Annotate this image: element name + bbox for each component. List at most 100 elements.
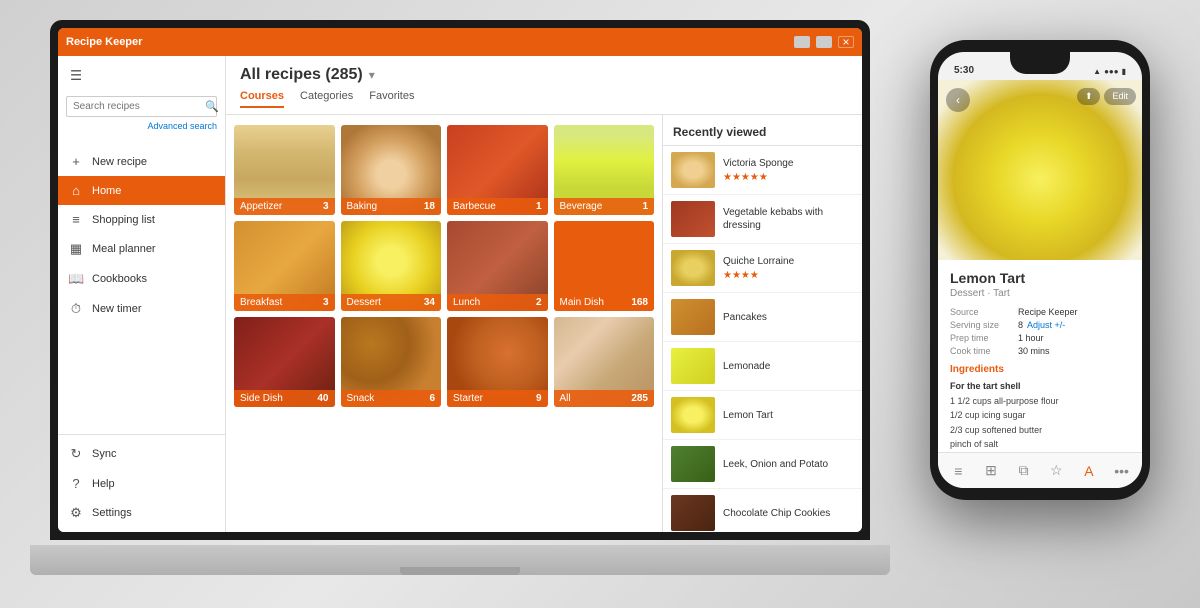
settings-icon: ⚙ (68, 505, 84, 521)
phone-cook-label: Cook time (950, 346, 1018, 356)
sidebar-item-shopping-list[interactable]: ≡ Shopping list (58, 205, 225, 234)
sidebar-item-sync[interactable]: ↻ Sync (58, 439, 225, 469)
page-title: All recipes (285) (240, 66, 363, 84)
rv-item-vegetable-kebabs[interactable]: Vegetable kebabs with dressing (663, 195, 862, 244)
sidebar-item-meal-planner[interactable]: ▦ Meal planner (58, 234, 225, 264)
phone-recipe-title: Lemon Tart (950, 270, 1130, 286)
scene: Recipe Keeper ☰ (0, 0, 1200, 608)
rv-thumb-lemonade (671, 348, 715, 384)
rv-item-lemonade[interactable]: Lemonade (663, 342, 862, 391)
tab-categories[interactable]: Categories (300, 90, 353, 108)
recently-viewed-panel: Recently viewed Victoria Sponge ★★★★★ (662, 115, 862, 532)
phone-screen: 5:30 ▲ ●●● ▮ ‹ ⬆ Edit Lemon Tart Dessert… (938, 52, 1142, 488)
phone-source-value: Recipe Keeper (1018, 307, 1078, 317)
tile-label-barbecue: Barbecue 1 (447, 198, 548, 215)
tile-dessert[interactable]: Dessert 34 (341, 221, 442, 311)
sidebar-item-help[interactable]: ? Help (58, 469, 225, 498)
tile-appetizer[interactable]: Appetizer 3 (234, 125, 335, 215)
rv-info-quiche-lorraine: Quiche Lorraine ★★★★ (723, 255, 854, 281)
tile-maindish[interactable]: Main Dish 168 (554, 221, 655, 311)
sidebar-item-cookbooks[interactable]: 📖 Cookbooks (58, 264, 225, 294)
rv-item-lemon-tart[interactable]: Lemon Tart (663, 391, 862, 440)
laptop-base (30, 545, 890, 575)
tile-label-dessert: Dessert 34 (341, 294, 442, 311)
phone-recipe-body: Lemon Tart Dessert · Tart Source Recipe … (938, 260, 1142, 452)
rv-name-victoria-sponge: Victoria Sponge (723, 157, 854, 170)
tile-baking[interactable]: Baking 18 (341, 125, 442, 215)
sidebar-item-home[interactable]: ⌂ Home (58, 176, 225, 205)
rv-name-quiche-lorraine: Quiche Lorraine (723, 255, 854, 268)
phone-serving-label: Serving size (950, 320, 1018, 330)
rv-item-victoria-sponge[interactable]: Victoria Sponge ★★★★★ (663, 146, 862, 195)
phone-meta-cook: Cook time 30 mins (950, 346, 1130, 356)
tile-snack[interactable]: Snack 6 (341, 317, 442, 407)
tile-sidedish[interactable]: Side Dish 40 (234, 317, 335, 407)
rv-item-pancakes[interactable]: Pancakes (663, 293, 862, 342)
recently-viewed-list: Victoria Sponge ★★★★★ Vegetable kebabs w… (663, 146, 862, 532)
rv-item-choc-chip-cookies[interactable]: Chocolate Chip Cookies (663, 489, 862, 532)
rv-name-vegetable-kebabs: Vegetable kebabs with dressing (723, 206, 854, 232)
search-box: 🔍 (66, 96, 217, 117)
recipe-grid: Appetizer 3 Baking 18 (234, 125, 654, 407)
rv-info-victoria-sponge: Victoria Sponge ★★★★★ (723, 157, 854, 183)
signal-icon: ●●● (1104, 67, 1119, 76)
nav-label-settings: Settings (92, 507, 132, 519)
laptop-screen: Recipe Keeper ☰ (58, 28, 862, 532)
phone-icon-star[interactable]: ☆ (1044, 459, 1068, 483)
search-icon[interactable]: 🔍 (205, 100, 219, 113)
nav-label-cookbooks: Cookbooks (92, 273, 147, 285)
tab-courses[interactable]: Courses (240, 90, 284, 108)
sidebar-item-new-recipe[interactable]: + New recipe (58, 147, 225, 176)
phone-back-button[interactable]: ‹ (946, 88, 970, 112)
hamburger-button[interactable]: ☰ (66, 64, 86, 88)
tile-label-beverage: Beverage 1 (554, 198, 655, 215)
search-input[interactable] (73, 101, 205, 112)
phone-icon-more[interactable]: ••• (1110, 459, 1134, 483)
maximize-button[interactable] (816, 36, 832, 48)
phone-action-buttons: ⬆ Edit (1077, 88, 1136, 105)
rv-stars-victoria-sponge: ★★★★★ (723, 172, 854, 183)
home-icon: ⌂ (68, 183, 84, 198)
tile-barbecue[interactable]: Barbecue 1 (447, 125, 548, 215)
sidebar-item-settings[interactable]: ⚙ Settings (58, 498, 225, 528)
tab-favorites[interactable]: Favorites (369, 90, 414, 108)
tile-label-starter: Starter 9 (447, 390, 548, 407)
app-title: Recipe Keeper (66, 36, 142, 48)
tile-beverage[interactable]: Beverage 1 (554, 125, 655, 215)
tile-label-appetizer: Appetizer 3 (234, 198, 335, 215)
app-body: ☰ 🔍 Advanced search + New recipe (58, 56, 862, 532)
laptop-screen-border: Recipe Keeper ☰ (50, 20, 870, 540)
phone-icon-copy[interactable]: ⧉ (1012, 459, 1036, 483)
main-content: All recipes (285) ▾ Courses Categories F… (226, 56, 862, 532)
rv-item-quiche-lorraine[interactable]: Quiche Lorraine ★★★★ (663, 244, 862, 293)
tile-breakfast[interactable]: Breakfast 3 (234, 221, 335, 311)
minimize-button[interactable] (794, 36, 810, 48)
phone-adjust-link[interactable]: Adjust +/- (1027, 320, 1065, 330)
nav-label-meal: Meal planner (92, 243, 156, 255)
tile-label-maindish: Main Dish 168 (554, 294, 655, 311)
sidebar-item-new-timer[interactable]: ⏱ New timer (58, 294, 225, 324)
content-area: Appetizer 3 Baking 18 (226, 115, 862, 532)
phone-prep-label: Prep time (950, 333, 1018, 343)
rv-name-lemonade: Lemonade (723, 360, 854, 373)
tile-starter[interactable]: Starter 9 (447, 317, 548, 407)
tile-lunch[interactable]: Lunch 2 (447, 221, 548, 311)
close-button[interactable] (838, 36, 854, 48)
book-icon: 📖 (68, 271, 84, 287)
phone-notch (1010, 52, 1070, 74)
window-controls (794, 36, 854, 48)
phone-section1-title: For the tart shell (950, 381, 1130, 391)
phone-source-label: Source (950, 307, 1018, 317)
phone-share-button[interactable]: ⬆ (1077, 88, 1101, 105)
ingredient-butter: 2/3 cup softened butter (950, 423, 1130, 437)
advanced-search-link[interactable]: Advanced search (66, 121, 217, 131)
phone-time: 5:30 (954, 65, 974, 76)
phone-icon-grid[interactable]: ⊞ (979, 459, 1003, 483)
phone-icon-font[interactable]: A (1077, 459, 1101, 483)
tile-all[interactable]: All 285 (554, 317, 655, 407)
laptop: Recipe Keeper ☰ (30, 20, 890, 590)
rv-item-leek-onion-potato[interactable]: Leek, Onion and Potato (663, 440, 862, 489)
rv-thumb-pancakes (671, 299, 715, 335)
phone-edit-button[interactable]: Edit (1104, 88, 1136, 105)
phone-icon-list[interactable]: ≡ (946, 459, 970, 483)
